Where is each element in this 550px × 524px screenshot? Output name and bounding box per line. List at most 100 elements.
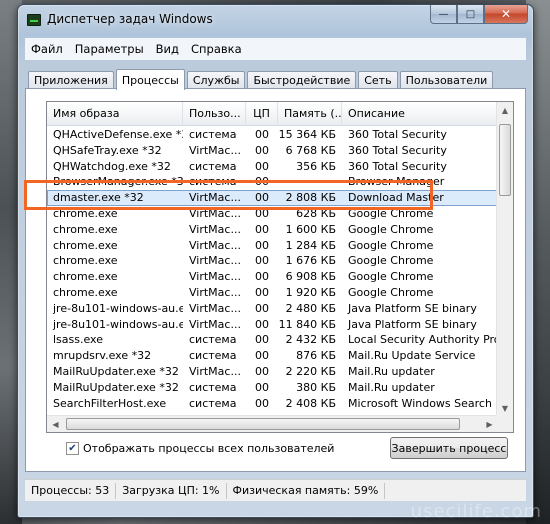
show-all-users-option[interactable]: ✔ Отображать процессы всех пользователей (66, 442, 334, 455)
task-manager-window: Диспетчер задач Windows — □ ✕ Файл Парам… (17, 4, 534, 518)
tab-applications[interactable]: Приложения (28, 71, 114, 89)
menu-options[interactable]: Параметры (75, 42, 144, 56)
cell-user: VirtMac... (189, 222, 241, 236)
cell-image-name: SearchFilterHost.exe (53, 396, 167, 410)
cell-image-name: chrome.exe (53, 270, 118, 284)
status-cpu: Загрузка ЦП: 1% (116, 482, 227, 499)
cell-user: VirtMac... (189, 238, 241, 252)
column-description[interactable]: Описание (342, 102, 498, 126)
table-row[interactable]: QHActiveDefense.exe *32 система 00 15 364 К… (47, 127, 498, 143)
cell-memory: 356 КБ (296, 159, 336, 173)
column-user[interactable]: Пользо... (183, 102, 246, 126)
cell-cpu: 00 (255, 270, 269, 284)
cell-description: Google Chrome (348, 206, 434, 220)
end-process-button[interactable]: Завершить процесс (390, 437, 508, 459)
cell-user: система (189, 128, 237, 141)
table-row[interactable]: jre-8u101-windows-au.ex... VirtMac... 00 11… (47, 317, 498, 333)
column-cpu[interactable]: ЦП (246, 102, 278, 126)
cell-description: Download Master (348, 191, 444, 205)
cell-cpu: 00 (255, 317, 269, 331)
cell-image-name: jre-8u101-windows-au.ex... (53, 301, 183, 315)
window-title: Диспетчер задач Windows (47, 12, 213, 26)
cell-cpu: 00 (255, 222, 269, 236)
tab-performance[interactable]: Быстродействие (247, 71, 357, 89)
maximize-button[interactable]: □ (457, 5, 484, 24)
cell-image-name: QHSafeTray.exe *32 (53, 143, 162, 157)
cell-user: VirtMac... (189, 285, 241, 299)
menu-file[interactable]: Файл (31, 42, 63, 56)
cell-description: Google Chrome (348, 238, 434, 252)
table-row[interactable]: QHSafeTray.exe *32 VirtMac... 00 6 768 КБ 36… (47, 143, 498, 159)
cell-image-name: chrome.exe (53, 206, 118, 220)
cell-memory: 876 КБ (296, 349, 336, 363)
column-memory[interactable]: Память (... (278, 102, 342, 126)
tab-users[interactable]: Пользователи (399, 71, 494, 89)
scroll-up-arrow-icon[interactable]: ▲ (497, 102, 513, 119)
cell-cpu: 00 (255, 238, 269, 252)
table-row[interactable]: SearchFilterHost.exe система 00 2 408 КБ Mic… (47, 396, 498, 412)
cell-user: VirtMac... (189, 143, 241, 157)
cell-cpu: 00 (255, 175, 269, 189)
cell-description: 360 Total Security (348, 143, 447, 157)
table-row[interactable]: chrome.exe VirtMac... 00 628 КБ Google Chrom… (47, 206, 498, 222)
process-list[interactable]: Имя образа Пользо... ЦП Память (... Опис… (46, 101, 514, 433)
cell-memory: 6 908 КБ (285, 270, 336, 284)
tab-networking[interactable]: Сеть (358, 71, 398, 89)
cell-user: VirtMac... (189, 317, 241, 331)
cell-image-name: chrome.exe (53, 285, 118, 299)
cell-description: Mail.Ru updater (348, 380, 435, 394)
cell-cpu: 00 (255, 349, 269, 363)
scroll-left-arrow-icon[interactable]: ◀ (47, 416, 64, 432)
cell-user: VirtMac... (189, 254, 241, 268)
table-row[interactable]: QHWatchdog.exe *32 система 00 356 КБ 360 Tot… (47, 159, 498, 175)
cell-cpu: 00 (255, 206, 269, 220)
table-row[interactable]: lsass.exe система 00 2 432 КБ Local Security… (47, 332, 498, 348)
table-row[interactable]: MailRuUpdater.exe *32 VirtMac... 00 2 220 К… (47, 364, 498, 380)
table-row[interactable]: MailRuUpdater.exe *32 система 00 380 КБ Mail… (47, 380, 498, 396)
cell-user: система (189, 159, 237, 173)
table-row[interactable]: chrome.exe VirtMac... 00 1 600 КБ Google Chr… (47, 222, 498, 238)
column-image-name[interactable]: Имя образа (47, 102, 183, 126)
menu-view[interactable]: Вид (156, 42, 179, 56)
menu-help[interactable]: Справка (191, 42, 242, 56)
cell-description: Mail.Ru Update Service (348, 349, 476, 363)
cell-image-name: QHWatchdog.exe *32 (53, 159, 171, 173)
horizontal-scrollbar[interactable]: ◀ ▶ (47, 415, 498, 432)
cell-image-name: dmaster.exe *32 (53, 191, 144, 205)
table-row[interactable]: BrowserManager.exe *32 система 00 Browser M… (47, 174, 498, 190)
cell-image-name: MailRuUpdater.exe *32 (53, 364, 179, 378)
table-row[interactable]: jre-8u101-windows-au.ex... VirtMac... 00 2 … (47, 301, 498, 317)
cell-memory: 15 364 КБ (278, 128, 336, 141)
cell-image-name: chrome.exe (53, 254, 118, 268)
checkmark-icon: ✔ (68, 443, 77, 454)
table-row[interactable]: chrome.exe VirtMac... 00 1 920 КБ Google Chr… (47, 285, 498, 301)
horizontal-scroll-thumb[interactable] (66, 418, 460, 430)
vertical-scrollbar[interactable]: ▲ ▼ (496, 102, 513, 417)
cell-cpu: 00 (255, 396, 269, 410)
table-row[interactable]: dmaster.exe *32 VirtMac... 00 2 808 КБ Downl… (47, 190, 498, 206)
title-bar[interactable]: Диспетчер задач Windows — □ ✕ (18, 5, 533, 35)
tab-processes[interactable]: Процессы (115, 69, 185, 90)
cell-description: Google Chrome (348, 270, 434, 284)
show-all-users-checkbox[interactable]: ✔ (66, 442, 79, 455)
status-bar: Процессы: 53 Загрузка ЦП: 1% Физическая … (25, 479, 526, 501)
table-row[interactable]: chrome.exe VirtMac... 00 6 908 КБ Google Chr… (47, 269, 498, 285)
cell-image-name: jre-8u101-windows-au.ex... (53, 317, 183, 331)
status-memory: Физическая память: 59% (227, 482, 386, 499)
cell-memory: 2 480 КБ (285, 301, 336, 315)
table-row[interactable]: chrome.exe VirtMac... 00 1 284 КБ Google Chr… (47, 238, 498, 254)
vertical-scroll-thumb[interactable] (499, 124, 511, 196)
cell-description: 360 Total Security (348, 159, 447, 173)
close-button[interactable]: ✕ (484, 5, 528, 24)
table-row[interactable]: chrome.exe VirtMac... 00 1 676 КБ Google Chr… (47, 253, 498, 269)
table-row[interactable]: mrupdsrv.exe *32 система 00 876 КБ Mail.Ru U… (47, 348, 498, 364)
cell-memory: 11 840 КБ (278, 317, 336, 331)
cell-description: Java Platform SE binary (348, 317, 477, 331)
cell-user: система (189, 175, 237, 189)
scroll-corner (496, 415, 513, 432)
cell-user: система (189, 396, 237, 410)
processes-panel: Имя образа Пользо... ЦП Память (... Опис… (25, 88, 526, 472)
minimize-button[interactable]: — (430, 5, 457, 24)
cell-cpu: 00 (255, 159, 269, 173)
tab-services[interactable]: Службы (186, 71, 246, 89)
